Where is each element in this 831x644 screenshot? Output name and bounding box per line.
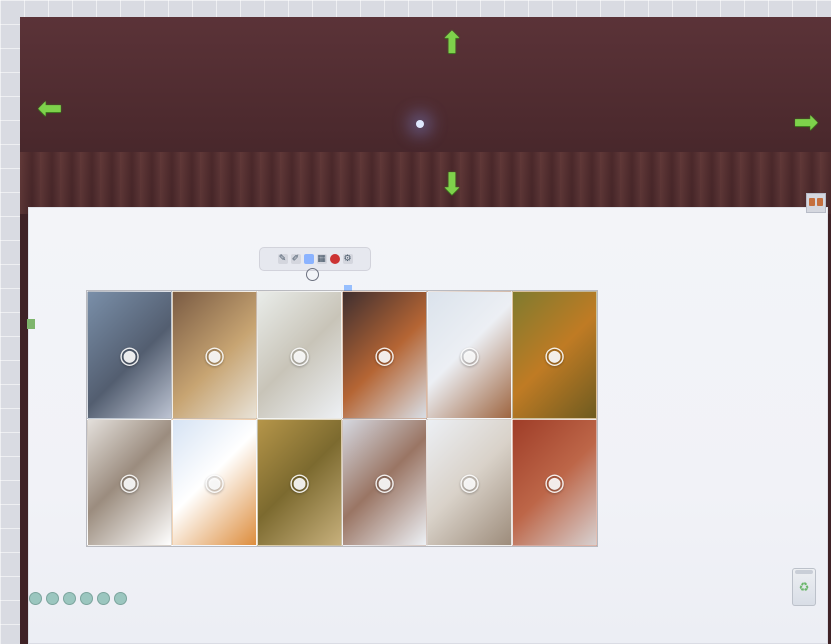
photo-tile[interactable]: ◉	[87, 291, 172, 419]
shape-tool-icon[interactable]: ▦	[316, 254, 327, 264]
arrow-down-icon[interactable]: ⬇	[435, 168, 469, 202]
settings-tool-icon[interactable]: ⚙	[342, 254, 353, 264]
top-right-widget[interactable]	[806, 193, 826, 213]
select-tool-icon[interactable]: ✎	[277, 254, 288, 264]
arrow-right-icon[interactable]: ➡	[789, 106, 823, 140]
page-dot[interactable]	[29, 592, 42, 605]
wild-cat-photo-icon: ◉	[544, 468, 565, 497]
photo-tile[interactable]: ◉	[257, 291, 342, 419]
left-edge-tab[interactable]	[27, 319, 35, 329]
polar-bears-photo-icon: ◉	[289, 340, 310, 369]
highlighter-tool-icon[interactable]	[303, 254, 314, 264]
page-dot[interactable]	[114, 592, 127, 605]
photo-tile[interactable]: ◉	[172, 291, 257, 419]
arrow-up-icon[interactable]: ⬆	[435, 27, 469, 61]
circle-cursor-icon	[306, 268, 319, 281]
photo-tile[interactable]: ◉	[87, 418, 172, 546]
rabbit-photo-icon: ◉	[204, 340, 225, 369]
photo-tile[interactable]: ◉	[342, 418, 427, 546]
photo-tile[interactable]: ◉	[257, 418, 342, 546]
arrow-left-icon[interactable]: ⬅	[33, 92, 67, 126]
photo-tile[interactable]: ◉	[427, 291, 512, 419]
record-tool-icon[interactable]	[329, 254, 340, 264]
skunk-photo-icon: ◉	[289, 468, 310, 497]
white-tiger-photo-icon: ◉	[204, 468, 225, 497]
fox-in-snow-photo-icon: ◉	[374, 468, 395, 497]
fox-photo-icon: ◉	[374, 340, 395, 369]
photo-tile[interactable]: ◉	[512, 418, 597, 546]
photo-tile[interactable]: ◉	[342, 291, 427, 419]
snow-leopard-photo-icon: ◉	[459, 468, 480, 497]
recycle-icon: ♻	[798, 580, 810, 594]
pen-tool-icon[interactable]: ✐	[290, 254, 301, 264]
floating-toolbar[interactable]: ✎ ✐ ▦ ⚙	[260, 248, 370, 270]
photo-tile[interactable]: ◉	[512, 291, 597, 419]
animal-photo-grid: ◉ ◉ ◉ ◉ ◉ ◉ ◉ ◉ ◉ ◉ ◉ ◉	[87, 291, 597, 546]
panda-photo-icon: ◉	[119, 468, 140, 497]
pagination-dots	[29, 592, 127, 605]
page-dot[interactable]	[63, 592, 76, 605]
trash-icon[interactable]: ♻	[792, 568, 816, 606]
tiger-photo-icon: ◉	[544, 340, 565, 369]
page-dot[interactable]	[46, 592, 59, 605]
screen: ⬆ ⬇ ⬅ ➡ ✎ ✐ ▦ ⚙ ◉ ◉ ◉ ◉ ◉ ◉ ◉ ◉ ◉ ◉ ◉ ◉	[0, 0, 831, 644]
squirrel-photo-icon: ◉	[459, 340, 480, 369]
photo-tile[interactable]: ◉	[172, 418, 257, 546]
cursor-spot	[416, 120, 424, 128]
raccoon-photo-icon: ◉	[119, 340, 140, 369]
page-dot[interactable]	[80, 592, 93, 605]
curtain-background	[20, 17, 831, 214]
page-dot[interactable]	[97, 592, 110, 605]
photo-tile[interactable]: ◉	[427, 418, 512, 546]
